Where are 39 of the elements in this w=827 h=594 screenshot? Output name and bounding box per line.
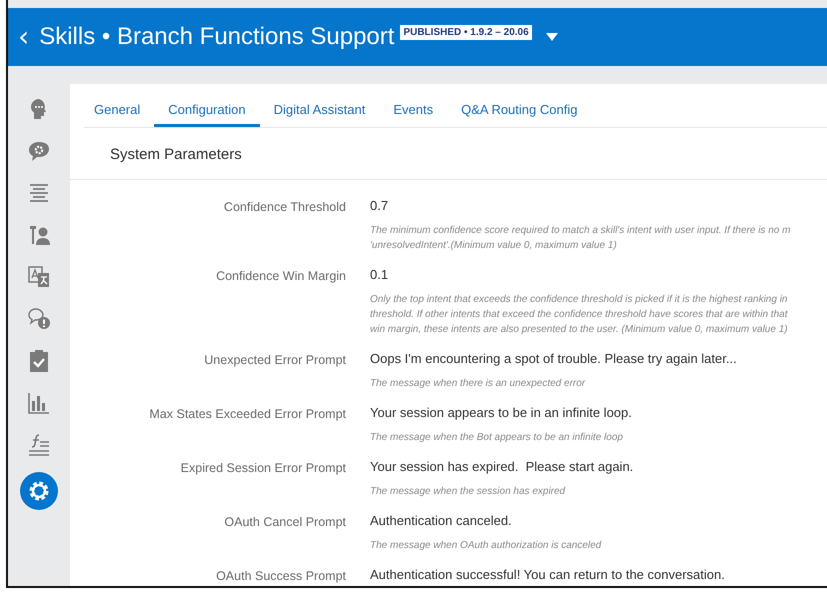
field-label: Confidence Threshold xyxy=(222,199,346,214)
help-text: Only the top intent that exceeds the confidence threshold is picked if it is the highest ranking in threshold. If other intents that exceed the confidence threshold have scores that are within that win margin, these intents are also presented to the user. (Minimum value 0, maximum value 1) xyxy=(370,293,789,337)
bar-chart-icon xyxy=(27,391,51,415)
tab[interactable]: Q&A Routing Config xyxy=(447,94,592,127)
field-label: Expired Session Error Prompt xyxy=(180,460,346,475)
tab[interactable]: Configuration xyxy=(154,94,260,127)
field-value[interactable]: 0.1 xyxy=(370,267,827,283)
field-label: OAuth Success Prompt xyxy=(215,568,346,583)
help-text: The minimum confidence score required to match a skill's intent with user input. If there is no m 'unresolvedIntent'.(Minimum value 0, maximum value 1) xyxy=(370,224,792,253)
translate-icon xyxy=(27,265,51,289)
field-value[interactable]: Your session appears to be in an infinite loop. xyxy=(370,405,827,421)
settings-icon xyxy=(27,479,51,503)
help-text: The message when the Bot appears to be an infinite loop xyxy=(370,431,624,445)
text-lines-icon xyxy=(27,181,51,205)
page-title: Skills • Branch Functions Support xyxy=(39,23,394,51)
sidebar-item[interactable] xyxy=(20,472,58,510)
field-value[interactable]: Authentication canceled. xyxy=(370,513,827,529)
function-lines-icon xyxy=(27,433,51,457)
help-text: The message when the session has expired xyxy=(370,485,566,499)
clipboard-check-icon xyxy=(27,349,51,373)
caret-icon[interactable] xyxy=(546,33,558,41)
tab[interactable]: Digital Assistant xyxy=(260,94,380,127)
question-bubble-icon xyxy=(27,307,51,331)
help-text: The message when OAuth authorization is canceled xyxy=(370,539,602,553)
tab[interactable]: Events xyxy=(379,94,448,127)
field-label: Unexpected Error Prompt xyxy=(203,352,346,367)
field-label: Max States Exceeded Error Prompt xyxy=(148,406,346,421)
field-value[interactable]: Authentication successful! You can return to the conversation. xyxy=(370,567,827,583)
back-button[interactable]: ‹ xyxy=(18,23,30,51)
field-value[interactable]: Your session has expired. Please start again. xyxy=(370,459,827,475)
status-badge: PUBLISHED • 1.9.2 – 20.06 xyxy=(400,24,532,40)
help-text: The message when there is an unexpected error xyxy=(370,377,586,391)
field-label: OAuth Cancel Prompt xyxy=(223,514,346,529)
section-title: System Parameters xyxy=(70,128,827,180)
tab[interactable]: General xyxy=(94,94,154,127)
chat-gear-icon xyxy=(27,139,51,163)
field-value[interactable]: Oops I'm encountering a spot of trouble. Please try again later... xyxy=(370,351,827,367)
field-label: Confidence Win Margin xyxy=(215,268,346,283)
field-value[interactable]: 0.7 xyxy=(370,198,827,214)
